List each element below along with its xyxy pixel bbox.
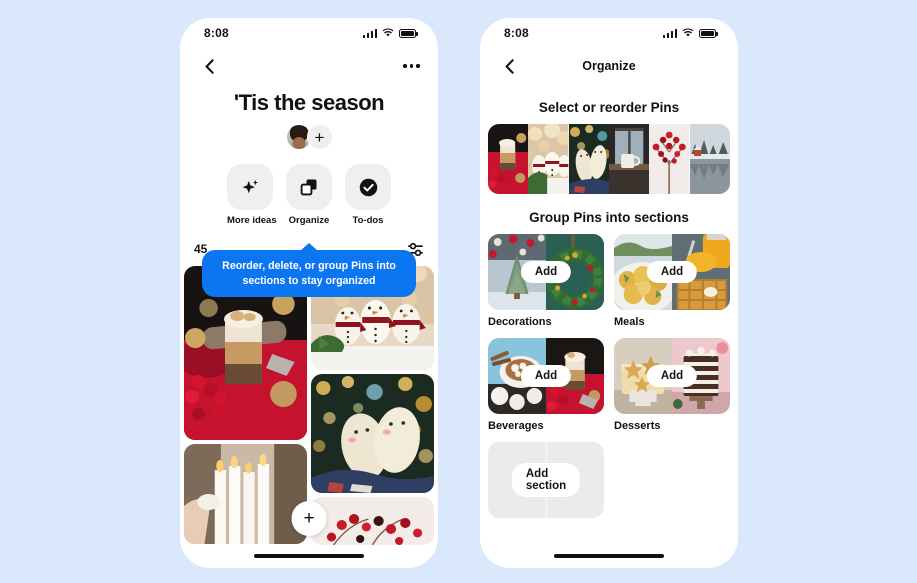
organize-tooltip-text: Reorder, delete, or group Pins into sect…	[222, 260, 396, 287]
section-beverages-thumb: Add	[488, 338, 604, 414]
check-circle-icon	[359, 178, 377, 196]
thumb-snowman-bokeh[interactable]	[528, 124, 569, 194]
action-todos[interactable]: To-dos	[345, 164, 391, 226]
section-add-new[interactable]: Add section	[488, 442, 604, 518]
thumb-winter-lake[interactable]	[689, 124, 730, 194]
section-decorations-add-button[interactable]: Add	[520, 261, 572, 283]
section-desserts-label: Desserts	[614, 420, 661, 432]
status-icons	[362, 28, 418, 38]
action-more-ideas[interactable]: More ideas	[227, 164, 277, 226]
section-meals[interactable]: Add Meals	[614, 234, 730, 328]
create-pin-fab[interactable]: +	[291, 501, 327, 536]
home-indicator	[254, 554, 364, 558]
thumb-berry-branch-image	[649, 124, 690, 194]
phone-left-board-screen: 8:08 'Tis the season + More ideas Organi…	[180, 18, 438, 568]
sparkle-icon	[242, 179, 258, 193]
pin-white-candles[interactable]	[184, 444, 307, 544]
todos-icon-wrap	[345, 164, 391, 210]
home-indicator	[554, 554, 664, 558]
pin-red-berries[interactable]	[311, 497, 434, 545]
pin-cozy-socks-image	[311, 374, 434, 493]
status-bar-right: 8:08	[480, 18, 738, 48]
status-time: 8:08	[504, 26, 529, 40]
add-collaborator-button[interactable]: +	[306, 124, 333, 150]
status-time: 8:08	[204, 26, 229, 40]
section-desserts-thumb: Add	[614, 338, 730, 414]
nav-bar-left	[180, 48, 438, 84]
wifi-icon	[382, 28, 394, 37]
section-decorations-thumb: Add	[488, 234, 604, 310]
overflow-menu-icon	[416, 64, 420, 68]
screenshot-stage: 8:08 'Tis the season + More ideas Organi…	[0, 0, 917, 583]
overflow-menu-button[interactable]	[403, 64, 420, 68]
thumb-latte-berries[interactable]	[488, 124, 529, 194]
pin-white-candles-image	[184, 444, 307, 544]
sections-grid: Add Decorations Add Meals Add Beverages …	[480, 234, 738, 518]
battery-icon	[399, 28, 418, 38]
cellular-signal-icon	[362, 28, 377, 38]
phone-right-organize-screen: 8:08 Organize Select or reorder Pins Gro…	[480, 18, 738, 568]
thumb-window-mug[interactable]	[608, 124, 650, 194]
thumb-latte-berries-image	[488, 124, 529, 194]
section-beverages-label: Beverages	[488, 420, 544, 432]
section-beverages-add-button[interactable]: Add	[520, 365, 572, 387]
thumb-window-mug-image	[608, 124, 650, 194]
section-decorations[interactable]: Add Decorations	[488, 234, 604, 328]
section-meals-thumb: Add	[614, 234, 730, 310]
thumb-winter-lake-image	[689, 124, 730, 194]
status-bar-left: 8:08	[180, 18, 438, 48]
select-reorder-heading: Select or reorder Pins	[538, 100, 680, 115]
board-actions: More ideas Organize To-dos	[180, 164, 438, 226]
action-more-ideas-label: More ideas	[227, 215, 277, 226]
section-beverages[interactable]: Add Beverages	[488, 338, 604, 432]
section-meals-add-button[interactable]: Add	[646, 261, 698, 283]
section-desserts-add-button[interactable]: Add	[646, 365, 698, 387]
organize-icon-wrap	[286, 164, 332, 210]
reorder-pins-strip[interactable]	[488, 124, 730, 194]
wifi-icon	[682, 28, 694, 37]
chevron-left-icon	[205, 58, 214, 74]
group-sections-heading: Group Pins into sections	[529, 210, 689, 225]
section-decorations-label: Decorations	[488, 316, 552, 328]
board-title: 'Tis the season	[233, 90, 385, 115]
organize-tooltip[interactable]: Reorder, delete, or group Pins into sect…	[202, 250, 416, 298]
battery-icon	[699, 28, 718, 38]
chevron-left-icon	[505, 58, 514, 74]
overflow-menu-icon	[409, 64, 414, 68]
add-section-tile[interactable]: Add section	[488, 442, 604, 518]
organize-squares-icon	[300, 179, 317, 196]
action-organize-label: Organize	[288, 215, 330, 226]
thumb-cozy-socks[interactable]	[568, 124, 609, 194]
pin-column-left	[184, 266, 307, 545]
pin-red-berries-image	[311, 497, 434, 545]
sparkle-icon-wrap	[227, 164, 273, 210]
action-todos-label: To-dos	[352, 215, 384, 226]
nav-bar-right: Organize	[480, 48, 738, 84]
back-button[interactable]	[198, 55, 220, 77]
back-button[interactable]	[498, 55, 520, 77]
overflow-menu-icon	[403, 64, 407, 68]
cellular-signal-icon	[662, 28, 677, 38]
section-desserts[interactable]: Add Desserts	[614, 338, 730, 432]
pin-cozy-socks[interactable]	[311, 374, 434, 493]
add-section-button[interactable]: Add section	[511, 463, 581, 497]
pin-column-right	[311, 266, 434, 545]
thumb-snowman-bokeh-image	[528, 124, 569, 194]
section-meals-label: Meals	[614, 316, 645, 328]
action-organize[interactable]: Organize	[286, 164, 332, 226]
thumb-cozy-socks-image	[568, 124, 609, 194]
status-icons	[662, 28, 718, 38]
board-collaborators: +	[180, 124, 438, 150]
thumb-berry-branch[interactable]	[649, 124, 690, 194]
